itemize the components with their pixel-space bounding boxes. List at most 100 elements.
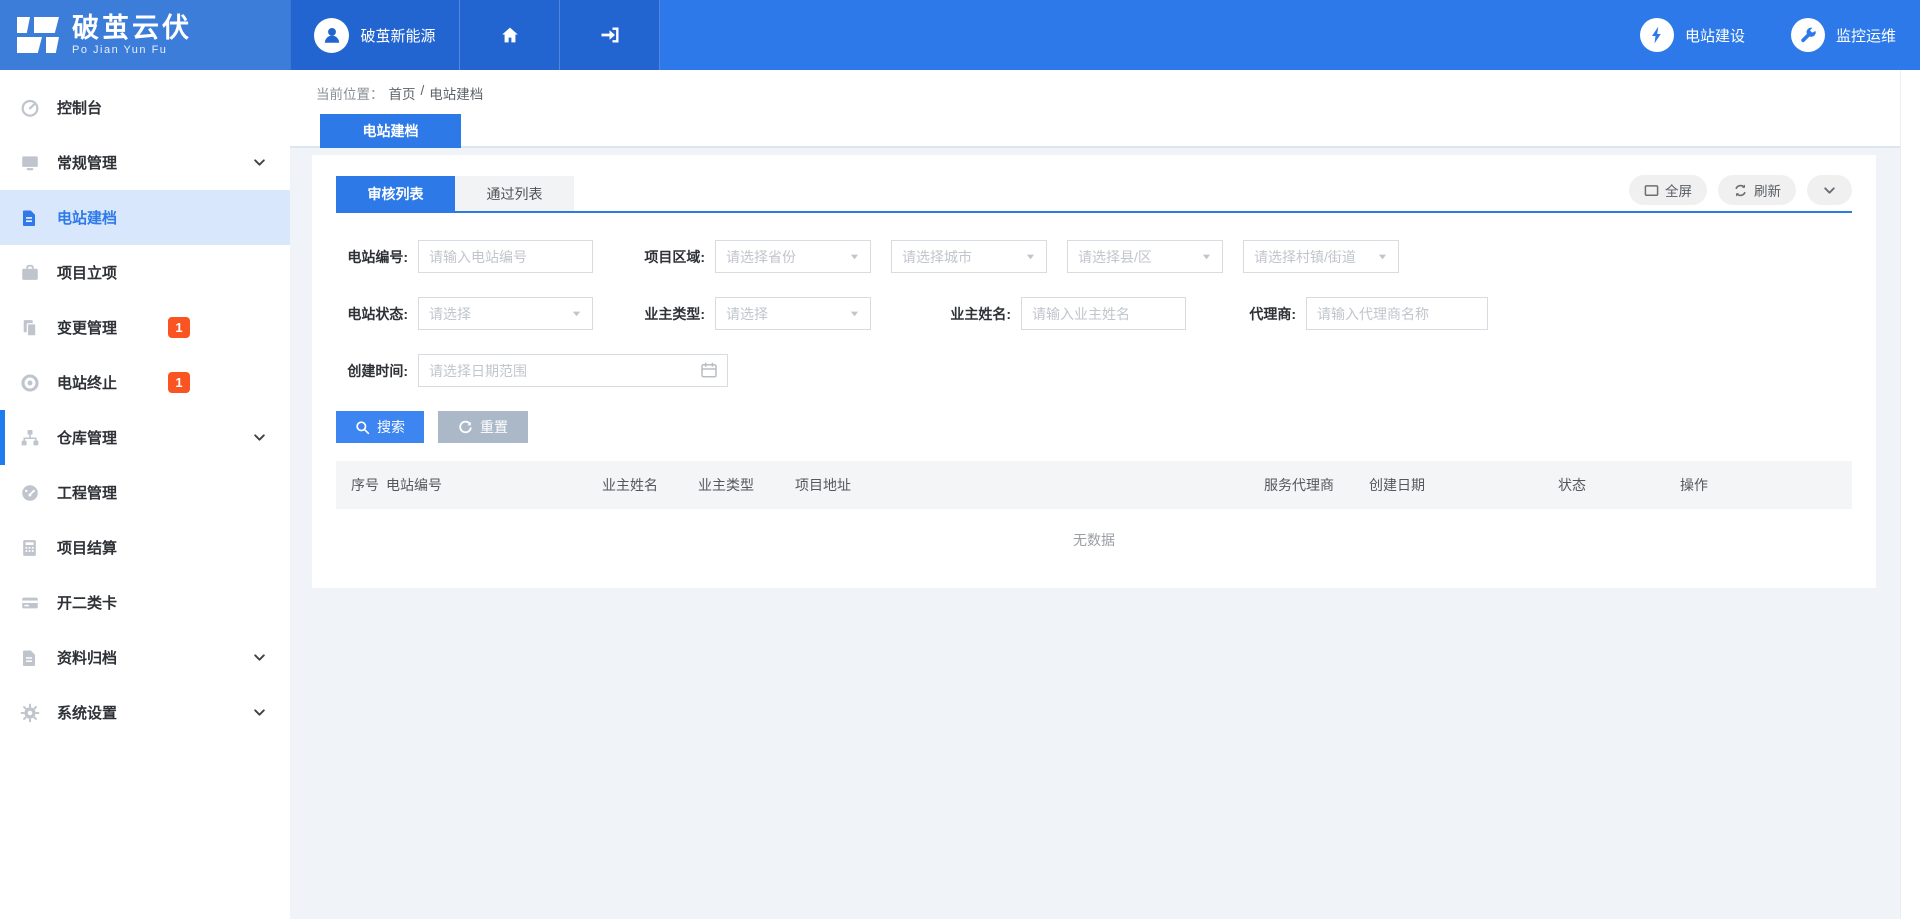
tab-review-list[interactable]: 审核列表 <box>336 176 455 211</box>
breadcrumb-prefix: 当前位置： <box>316 83 384 103</box>
sidebar-item-general-mgmt[interactable]: 常规管理 <box>0 135 290 190</box>
region-label: 项目区域: <box>593 247 715 267</box>
dashboard-icon <box>20 482 44 504</box>
chevron-down-icon <box>1823 184 1836 197</box>
sidebar-item-data-archive[interactable]: 资料归档 <box>0 630 290 685</box>
county-select[interactable]: 请选择县/区 <box>1067 240 1223 273</box>
sidebar-item-label: 系统设置 <box>57 702 117 723</box>
city-select[interactable]: 请选择城市 <box>891 240 1047 273</box>
create-time-label: 创建时间: <box>336 361 418 381</box>
caret-down-icon <box>1025 251 1036 262</box>
province-select-value: 请选择省份 <box>726 247 796 267</box>
sidebar-item-project-settlement[interactable]: 项目结算 <box>0 520 290 575</box>
col-project-address: 项目地址 <box>795 461 1264 509</box>
caret-down-icon <box>571 308 582 319</box>
sidebar-item-project-initiation[interactable]: 项目立项 <box>0 245 290 300</box>
city-select-value: 请选择城市 <box>902 247 972 267</box>
owner-name-input[interactable] <box>1021 297 1186 330</box>
sidebar-item-engineering-mgmt[interactable]: 工程管理 <box>0 465 290 520</box>
topbar-account-section: 破茧新能源 <box>290 0 660 70</box>
gauge-icon <box>20 97 44 119</box>
village-select-value: 请选择村镇/街道 <box>1254 247 1356 267</box>
sidebar-item-label: 资料归档 <box>57 647 117 668</box>
sidebar-item-system-settings[interactable]: 系统设置 <box>0 685 290 740</box>
brand-block: 破茧云伏 Po Jian Yun Fu <box>0 0 290 70</box>
main-area: 当前位置： 首页 / 电站建档 电站建档 审核列表 通过列表 <box>290 70 1920 919</box>
sidebar-item-open-type2-card[interactable]: 开二类卡 <box>0 575 290 630</box>
nav-station-construction[interactable]: 电站建设 <box>1640 18 1745 52</box>
company-name: 破茧新能源 <box>360 25 435 46</box>
nav-label: 监控运维 <box>1836 25 1896 46</box>
empty-row: 无数据 <box>336 509 1852 586</box>
search-button[interactable]: 搜索 <box>336 411 424 443</box>
sidebar-item-label: 工程管理 <box>57 482 117 503</box>
station-filing-panel: 审核列表 通过列表 全屏 <box>312 155 1876 588</box>
col-owner-name: 业主姓名 <box>602 461 698 509</box>
top-bar: 破茧云伏 Po Jian Yun Fu 破茧新能源 <box>0 0 1920 70</box>
reset-button[interactable]: 重置 <box>438 411 528 443</box>
province-select[interactable]: 请选择省份 <box>715 240 871 273</box>
nav-monitoring-ops[interactable]: 监控运维 <box>1791 18 1896 52</box>
fullscreen-label: 全屏 <box>1665 180 1692 200</box>
sidebar-item-console[interactable]: 控制台 <box>0 80 290 135</box>
monitor-icon <box>20 152 44 174</box>
filter-actions: 搜索 重置 <box>336 411 1852 443</box>
reset-icon <box>458 420 473 435</box>
gear-icon <box>20 702 44 724</box>
owner-type-select[interactable]: 请选择 <box>715 297 871 330</box>
sidebar-item-label: 常规管理 <box>57 152 117 173</box>
owner-type-value: 请选择 <box>726 304 768 324</box>
search-icon <box>355 420 370 435</box>
caret-down-icon <box>849 308 860 319</box>
brand-text: 破茧云伏 Po Jian Yun Fu <box>72 14 192 56</box>
logout-button[interactable] <box>560 0 660 70</box>
refresh-label: 刷新 <box>1754 180 1781 200</box>
sidebar-item-label: 控制台 <box>57 97 102 118</box>
home-button[interactable] <box>460 0 560 70</box>
sidebar-item-change-mgmt[interactable]: 变更管理 1 <box>0 300 290 355</box>
panel-tab-bar: 审核列表 通过列表 全屏 <box>336 175 1852 213</box>
briefcase-icon <box>20 262 44 284</box>
sidebar-item-label: 变更管理 <box>57 317 117 338</box>
breadcrumb-home-link[interactable]: 首页 <box>389 83 416 103</box>
agent-label: 代理商: <box>1186 304 1306 324</box>
document-icon <box>20 207 44 229</box>
app-root: 破茧云伏 Po Jian Yun Fu 破茧新能源 <box>0 0 1920 919</box>
agent-input[interactable] <box>1306 297 1488 330</box>
col-service-agent: 服务代理商 <box>1264 461 1369 509</box>
tab-passed-list[interactable]: 通过列表 <box>455 176 574 211</box>
refresh-button[interactable]: 刷新 <box>1718 175 1796 205</box>
date-range-picker[interactable] <box>418 354 728 387</box>
sitemap-icon <box>20 427 44 449</box>
wrench-icon <box>1791 18 1825 52</box>
page-tab-station-filing[interactable]: 电站建档 <box>320 114 461 148</box>
caret-down-icon <box>1377 251 1388 262</box>
fullscreen-button[interactable]: 全屏 <box>1629 175 1707 205</box>
station-status-select[interactable]: 请选择 <box>418 297 593 330</box>
account-menu[interactable]: 破茧新能源 <box>290 0 460 70</box>
records-table: 序号 电站编号 业主姓名 业主类型 项目地址 服务代理商 创建日期 状态 操作 <box>336 461 1852 586</box>
station-status-label: 电站状态: <box>336 304 418 324</box>
vertical-scrollbar[interactable] <box>1900 70 1920 919</box>
col-index: 序号 <box>336 461 386 509</box>
station-no-input[interactable] <box>418 240 593 273</box>
collapse-panel-button[interactable] <box>1807 175 1852 205</box>
sidebar-item-label: 仓库管理 <box>57 427 117 448</box>
page-header: 当前位置： 首页 / 电站建档 电站建档 <box>290 70 1920 148</box>
sidebar-item-warehouse-mgmt[interactable]: 仓库管理 <box>0 410 290 465</box>
sidebar-item-station-termination[interactable]: 电站终止 1 <box>0 355 290 410</box>
brand-name-en: Po Jian Yun Fu <box>72 44 192 56</box>
panel-toolbar: 全屏 刷新 <box>1629 175 1852 211</box>
notification-badge: 1 <box>168 317 190 338</box>
chevron-down-icon <box>253 651 266 664</box>
caret-down-icon <box>849 251 860 262</box>
content-area: 审核列表 通过列表 全屏 <box>290 148 1920 919</box>
table-header-row: 序号 电站编号 业主姓名 业主类型 项目地址 服务代理商 创建日期 状态 操作 <box>336 461 1852 509</box>
brand-logo-icon <box>15 15 61 55</box>
village-select[interactable]: 请选择村镇/街道 <box>1243 240 1399 273</box>
col-create-date: 创建日期 <box>1369 461 1558 509</box>
notification-badge: 1 <box>168 372 190 393</box>
date-range-input[interactable] <box>418 354 728 387</box>
user-avatar-icon <box>314 18 349 53</box>
sidebar-item-station-filing[interactable]: 电站建档 <box>0 190 290 245</box>
